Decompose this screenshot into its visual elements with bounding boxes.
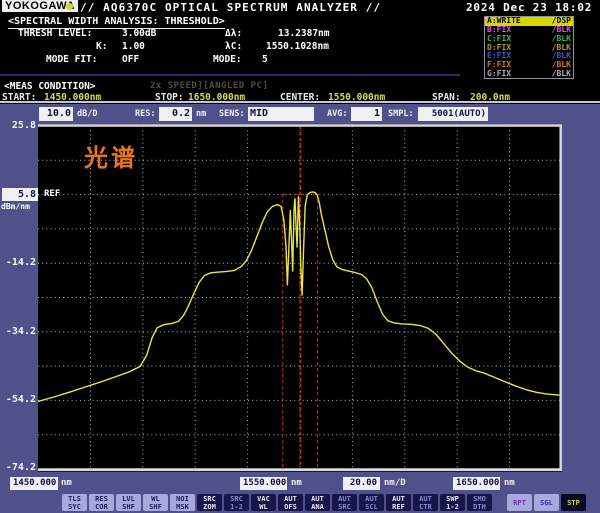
avg-field[interactable]: 1 xyxy=(351,107,382,121)
toolbar-button-aut-ref[interactable]: AUTREF xyxy=(386,494,411,511)
trace-b-mode: /BLK xyxy=(552,26,571,34)
toolbar-button-wl-shf[interactable]: WLSHF xyxy=(143,494,168,511)
toolbar-button-sgl[interactable]: SGL xyxy=(534,494,559,511)
xaxis-scale-unit: nm/D xyxy=(384,478,406,488)
level-scale-unit: dB/D xyxy=(77,109,97,119)
res-label: RES: xyxy=(135,109,155,119)
trace-c-name: C:FIX xyxy=(487,35,511,43)
spectrum-plot[interactable] xyxy=(38,124,562,472)
smpl-field[interactable]: 5001(AUTO) xyxy=(418,107,488,121)
toolbar-button-src-zom[interactable]: SRCZOM xyxy=(197,494,222,511)
status-led-icon xyxy=(66,3,73,10)
mode-label: MODE: xyxy=(213,54,242,65)
toolbar-button-aut-ana[interactable]: AUTANA xyxy=(305,494,330,511)
toolbar-button-lvl-shf[interactable]: LVLSHF xyxy=(116,494,141,511)
toolbar: TLSSYC RESCOR LVLSHF WLSHF NOIMSK SRCZOM… xyxy=(62,494,586,511)
y-label-25.8: 25.8 xyxy=(1,120,36,131)
sens-field[interactable]: MID xyxy=(248,107,314,121)
meas-condition-heading: <MEAS CONDITION> xyxy=(4,81,96,92)
smpl-label: SMPL: xyxy=(388,109,414,119)
xaxis-start-unit: nm xyxy=(61,478,72,488)
toolbar-button-stp[interactable]: STP xyxy=(561,494,586,511)
toolbar-button-noi-msk[interactable]: NOIMSK xyxy=(170,494,195,511)
thresh-value: 3.00dB xyxy=(122,28,156,39)
delta-lambda-label: Δλ: xyxy=(225,28,242,39)
ref-label: REF xyxy=(44,189,60,199)
trace-f-name: F:FIX xyxy=(487,61,511,69)
ref-level-field[interactable]: 5.8 xyxy=(2,188,38,201)
divider xyxy=(0,101,600,103)
meas-tags: 2x SPEED][ANGLED PC] xyxy=(150,81,268,91)
k-value: 1.00 xyxy=(122,41,145,52)
toolbar-button-aut-ctr[interactable]: AUTCTR xyxy=(413,494,438,511)
toolbar-button-src-1-2[interactable]: SRC1-2 xyxy=(224,494,249,511)
toolbar-button-vac-wl[interactable]: VACWL xyxy=(251,494,276,511)
res-unit: nm xyxy=(196,109,206,119)
xaxis-center-unit: nm xyxy=(291,478,302,488)
xaxis-scale-field[interactable]: 20.00 xyxy=(343,477,380,490)
trace-g-mode: /BLK xyxy=(552,70,571,78)
y-label--54.2: -54.2 xyxy=(1,394,36,405)
xaxis-start-field[interactable]: 1450.000 xyxy=(10,477,58,490)
res-field[interactable]: 0.2 xyxy=(159,107,192,121)
toolbar-button-aut-src[interactable]: AUTSRC xyxy=(332,494,357,511)
y-label--74.2: -74.2 xyxy=(1,462,36,473)
toolbar-button-tls-syc[interactable]: TLSSYC xyxy=(62,494,87,511)
thresh-label: THRESH LEVEL: xyxy=(18,28,92,39)
mode-value: 5 xyxy=(262,54,268,65)
trace-g-name: G:FIX xyxy=(487,70,511,78)
k-label: K: xyxy=(96,41,107,52)
trace-panel: A:WRITE /DSP B:FIX /BLK C:FIX /BLK D:FIX… xyxy=(484,16,574,79)
lambda-c-label: λC: xyxy=(225,41,242,52)
toolbar-button-rpt[interactable]: RPT xyxy=(507,494,532,511)
xaxis-stop-field[interactable]: 1650.000 xyxy=(453,477,500,490)
toolbar-button-res-cor[interactable]: RESCOR xyxy=(89,494,114,511)
y-label--14.2: -14.2 xyxy=(1,257,36,268)
trace-row-c[interactable]: C:FIX /BLK xyxy=(485,34,573,43)
xaxis-center-field[interactable]: 1550.000 xyxy=(240,477,287,490)
osa-screen: YOKOGAWA // AQ6370C OPTICAL SPECTRUM ANA… xyxy=(0,0,600,513)
lambda-c-value: 1550.1028nm xyxy=(266,41,329,52)
trace-b-name: B:FIX xyxy=(487,26,511,34)
trace-row-g[interactable]: G:FIX /BLK xyxy=(485,69,573,78)
divider xyxy=(0,74,460,76)
mode-fit-label: MODE FIT: xyxy=(46,54,97,65)
level-scale-field[interactable]: 10.0 xyxy=(39,107,73,121)
avg-label: AVG: xyxy=(327,109,347,119)
y-label--34.2: -34.2 xyxy=(1,326,36,337)
delta-lambda-value: 13.2387nm xyxy=(278,28,329,39)
mode-fit-value: OFF xyxy=(122,54,139,65)
toolbar-button-smo-dth[interactable]: SMODTH xyxy=(467,494,492,511)
toolbar-button-aut-ofs[interactable]: AUTOFS xyxy=(278,494,303,511)
trace-c-mode: /BLK xyxy=(552,35,571,43)
toolbar-button-aut-scl[interactable]: AUTSCL xyxy=(359,494,384,511)
trace-f-mode: /BLK xyxy=(552,61,571,69)
plot-annotation: 光谱 xyxy=(84,138,138,173)
toolbar-spacer xyxy=(494,494,505,495)
trace-row-f[interactable]: F:FIX /BLK xyxy=(485,61,573,70)
y-unit-label: dBm/nm xyxy=(1,202,30,211)
sens-label: SENS: xyxy=(219,109,245,119)
xaxis-stop-unit: nm xyxy=(504,478,515,488)
toolbar-button-swp-1-2[interactable]: SWP1-2 xyxy=(440,494,465,511)
